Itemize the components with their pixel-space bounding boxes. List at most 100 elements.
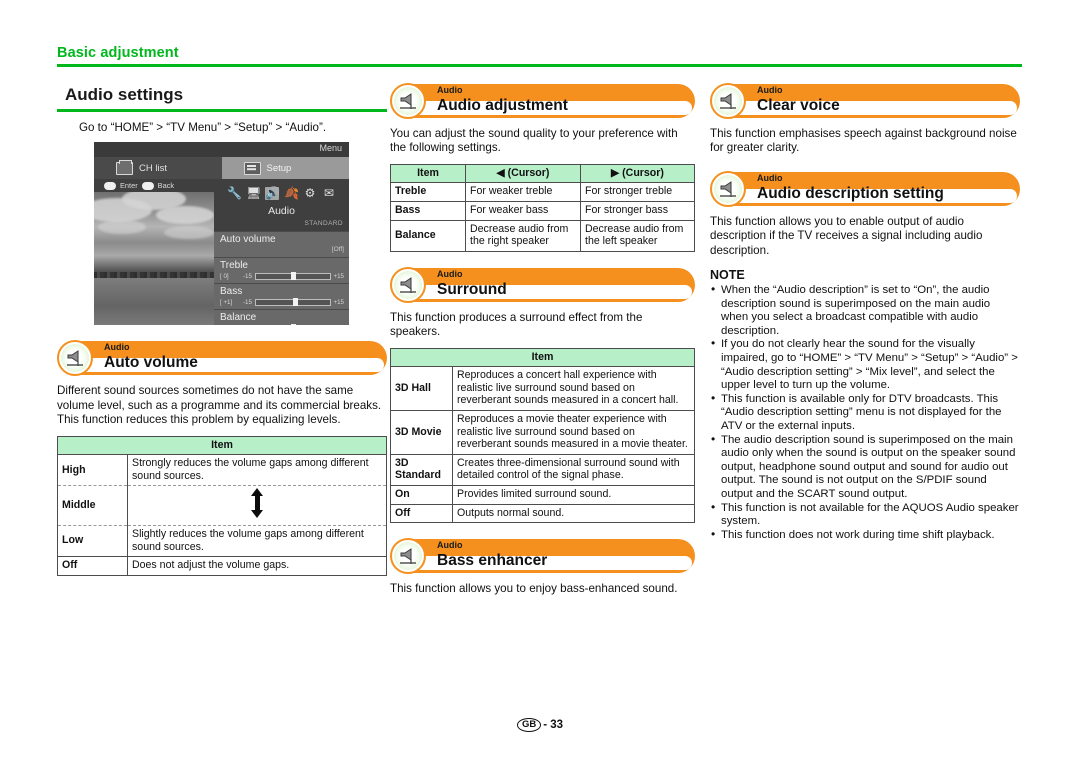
row-desc: Slightly reduces the volume gaps among d…: [127, 524, 387, 558]
tv-picture-mode: STANDARD: [214, 217, 349, 232]
column-left: Audio settings Go to “HOME” > “TV Menu” …: [57, 84, 387, 576]
list-item: When the “Audio description” is set to “…: [710, 283, 1020, 338]
table-row: On Provides limited surround sound.: [390, 484, 695, 505]
banner-surround: Audio Surround: [390, 266, 695, 303]
row-key: 3D Hall: [390, 366, 453, 411]
speaker-badge-icon: [390, 266, 426, 303]
table-row: Middle: [57, 485, 387, 526]
table-header-row: Item: [390, 347, 695, 368]
envelope-icon[interactable]: ✉: [322, 186, 336, 200]
banner-title: Clear voice: [757, 97, 840, 114]
speaker-badge-icon: [390, 83, 426, 119]
leaf-icon[interactable]: 🍂: [284, 186, 299, 200]
speaker-glyph-icon: [67, 350, 83, 367]
row-desc: Creates three-dimensional surround sound…: [452, 453, 695, 486]
tv-slider-min: -15: [243, 273, 252, 281]
column-right: Audio Clear voice This function emphasis…: [710, 83, 1020, 543]
tv-tab-setup-label: Setup: [266, 162, 292, 174]
gear-icon[interactable]: ⚙: [303, 186, 317, 200]
back-key-label: Back: [157, 181, 175, 191]
banner-kicker: Audio: [757, 172, 783, 183]
banner-kicker: Audio: [104, 342, 130, 353]
row-key: Balance: [390, 219, 466, 252]
header-rule: [57, 64, 1022, 67]
bass-enhancer-body: This function allows you to enjoy bass-e…: [390, 582, 678, 596]
table-header-row: Item ◀ (Cursor) ▶ (Cursor): [390, 163, 695, 184]
tv-slider-track[interactable]: [254, 298, 331, 307]
page-footer: GB - 33: [0, 718, 1080, 732]
note-heading: NOTE: [710, 268, 745, 283]
note-list: When the “Audio description” is set to “…: [710, 283, 1020, 543]
sliders-icon: [243, 161, 261, 175]
folder-icon: [116, 159, 133, 175]
page-number: - 33: [543, 719, 564, 732]
row-key: On: [390, 484, 453, 505]
row-desc: Strongly reduces the volume gaps among d…: [127, 454, 387, 487]
banner-audio-description: Audio Audio description setting: [710, 170, 1020, 207]
banner-bass-enhancer: Audio Bass enhancer: [390, 538, 695, 575]
tv-row-label: Auto volume: [220, 234, 276, 246]
tv-row-label: Balance: [220, 312, 257, 324]
tv-tab-setup[interactable]: Setup: [221, 157, 349, 180]
tv-tab-chlist[interactable]: CH list: [94, 157, 222, 180]
tv-slider-track[interactable]: [254, 272, 331, 281]
tv-preview-pane: Enter Back: [94, 179, 214, 326]
tv-row-auto-volume[interactable]: Auto volume [Off]: [214, 231, 349, 258]
tv-slider[interactable]: [ +1] -15 +15: [220, 298, 344, 307]
tv-slider-min: -15: [243, 299, 252, 307]
row-desc: Outputs normal sound.: [452, 503, 695, 524]
speaker-glyph-icon: [400, 548, 416, 565]
list-item: This function is not available for the A…: [710, 501, 1020, 529]
section-rule: [57, 109, 387, 112]
list-item: This function does not work during time …: [710, 528, 1020, 543]
tv-row-bass[interactable]: Bass [ +1] -15 +15: [214, 283, 349, 310]
row-right: Decrease audio from the left speaker: [580, 219, 695, 252]
tv-slider[interactable]: [ 0] -15 +15: [220, 272, 344, 281]
table-header-item: Item: [390, 347, 695, 368]
table-header-row: Item: [57, 435, 387, 456]
banner-auto-volume: Audio Auto volume: [57, 340, 387, 377]
list-item: This function is available only for DTV …: [710, 392, 1020, 434]
speaker-glyph-icon: [720, 93, 736, 109]
tv-slider-value: [ 0]: [220, 273, 229, 281]
table-header-cursor-left: ◀ (Cursor): [465, 163, 581, 184]
tv-slider-knob[interactable]: [290, 272, 296, 281]
row-key: Bass: [390, 201, 466, 221]
auto-volume-table: Item High Strongly reduces the volume ga…: [57, 435, 387, 576]
row-key: Off: [57, 556, 128, 576]
enter-key-label: Enter: [120, 181, 138, 191]
tv-row-treble[interactable]: Treble [ 0] -15 +15: [214, 257, 349, 284]
row-desc: [127, 485, 387, 526]
speaker-badge-icon: [710, 170, 746, 207]
audio-adjustment-body: You can adjust the sound quality to your…: [390, 127, 678, 155]
tv-menu-label: Menu: [319, 143, 342, 154]
chapter-title: Basic adjustment: [57, 45, 179, 61]
monitor-icon[interactable]: 🖥: [246, 186, 261, 200]
tv-row-value: [Off]: [331, 246, 344, 254]
field-area: [94, 277, 214, 326]
up-down-arrow-icon: [250, 488, 264, 519]
table-row: Bass For weaker bass For stronger bass: [390, 201, 695, 221]
tv-category-icons: 🔧 🖥 🔊 🍂 ⚙ ✉: [214, 179, 349, 204]
auto-volume-body: Different sound sources sometimes do not…: [57, 384, 382, 427]
surround-body: This function produces a surround effect…: [390, 310, 643, 339]
tv-row-balance[interactable]: Balance [ 0] L30 R30: [214, 309, 349, 326]
wrench-icon[interactable]: 🔧: [227, 186, 242, 200]
table-row: Low Slightly reduces the volume gaps amo…: [57, 524, 387, 558]
row-desc: Does not adjust the volume gaps.: [127, 556, 387, 576]
speaker-glyph-icon: [400, 276, 416, 293]
table-header-item: Item: [390, 163, 466, 184]
table-header-item: Item: [57, 435, 387, 456]
tv-menu-screenshot: Menu CH list Setup Enter Back 🔧 🖥 🔊 🍂 ⚙ …: [94, 142, 349, 326]
banner-audio-adjustment: Audio Audio adjustment: [390, 83, 695, 119]
tv-slider-knob[interactable]: [292, 298, 298, 307]
banner-title: Surround: [437, 280, 507, 298]
row-desc: Reproduces a concert hall experience wit…: [452, 366, 695, 411]
tv-slider-value: [ +1]: [220, 299, 233, 307]
tv-slider-knob[interactable]: [290, 324, 296, 326]
row-left: For weaker treble: [465, 182, 581, 202]
audio-adjustment-table: Item ◀ (Cursor) ▶ (Cursor) Treble For we…: [390, 163, 695, 252]
page-header: Basic adjustment: [57, 44, 1022, 67]
column-middle: Audio Audio adjustment You can adjust th…: [390, 83, 695, 597]
speaker-icon[interactable]: 🔊: [265, 186, 280, 200]
